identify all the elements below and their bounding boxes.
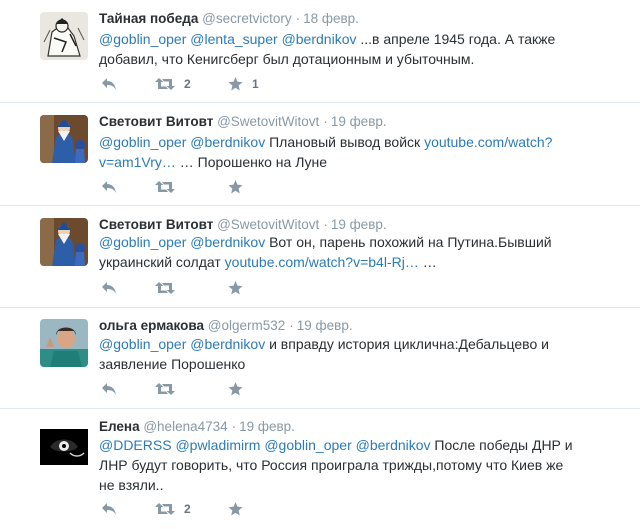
retweet-icon [155,383,175,395]
fullname[interactable]: ольга ермакова [99,318,204,333]
tweet-text-segment: … Порошенко на Луне [175,154,328,170]
favorite-icon [228,382,243,396]
avatar[interactable] [40,115,88,163]
mention-link[interactable]: @berdnikov [190,336,265,352]
retweet-button[interactable] [155,380,184,398]
timestamp[interactable]: 19 февр. [331,217,387,232]
reply-icon [102,503,116,515]
favorite-button[interactable] [228,178,252,196]
mention-link[interactable]: @goblin_oper [264,437,351,453]
mention-link[interactable]: @goblin_oper [99,336,186,352]
tweet-header: Световит Витовт @SwetovitWitovt · 19 февр. [99,114,387,129]
retweet-count: 2 [184,77,191,91]
retweet-button[interactable]: 2 [155,75,191,93]
reply-icon [102,383,116,395]
fullname[interactable]: Тайная победа [99,11,198,26]
tweet-header: ольга ермакова @olgerm532 · 19 февр. [99,318,353,333]
retweet-button[interactable] [155,178,184,196]
tweet-text-segment: … [418,254,437,270]
favorite-button[interactable] [228,279,252,297]
tweet-text: @DDERSS @pwladimirm @goblin_oper @berdni… [99,435,574,495]
tweet-header: Елена @helena4734 · 19 февр. [99,419,295,434]
timestamp[interactable]: 19 февр. [297,318,353,333]
favorite-button[interactable] [228,380,252,398]
username[interactable]: @helena4734 [143,419,227,434]
tweet-text-segment: Плановый вывод войск [265,134,425,150]
tweet: Световит Витовт @SwetovitWitovt · 19 февр.… [0,103,640,206]
favorite-icon [228,180,243,194]
fullname[interactable]: Елена [99,419,140,434]
mention-link[interactable]: @berdnikov [356,437,431,453]
reply-icon [102,78,116,90]
mention-link[interactable]: @goblin_oper [99,234,186,250]
reply-button[interactable] [101,380,117,398]
username[interactable]: @SwetovitWitovt [217,114,319,129]
tweet: Тайная победа @secretvictory · 18 февр. @g… [0,0,640,103]
favorite-count: 1 [252,77,259,91]
favorite-icon [228,77,243,91]
reply-button[interactable] [101,500,117,518]
favorite-button[interactable]: 1 [228,75,259,93]
tweet-header: Тайная победа @secretvictory · 18 февр. [99,11,359,26]
username[interactable]: @olgerm532 [208,318,286,333]
tweet-text: @goblin_oper @berdnikov Плановый вывод в… [99,132,574,172]
fullname[interactable]: Световит Витовт [99,217,213,232]
retweet-button[interactable]: 2 [155,500,191,518]
retweet-button[interactable] [155,279,184,297]
tweet-text: @goblin_oper @berdnikov и вправду истори… [99,334,574,374]
tweet-header: Световит Витовт @SwetovitWitovt · 19 февр. [99,217,387,232]
avatar[interactable] [40,423,88,471]
timestamp[interactable]: 18 февр. [303,11,359,26]
retweet-icon [155,503,175,515]
avatar[interactable] [40,12,88,60]
avatar[interactable] [40,218,88,266]
mention-link[interactable]: @berdnikov [190,134,265,150]
mention-link[interactable]: @goblin_oper [99,31,186,47]
favorite-button[interactable] [228,500,252,518]
favorite-icon [228,502,243,516]
favorite-icon [228,281,243,295]
reply-button[interactable] [101,279,117,297]
mention-link[interactable]: @berdnikov [282,31,357,47]
mention-link[interactable]: @DDERSS [99,437,172,453]
url-link[interactable]: youtube.com/watch?v=b4l-Rj… [225,254,419,270]
reply-button[interactable] [101,75,117,93]
mention-link[interactable]: @goblin_oper [99,134,186,150]
username[interactable]: @SwetovitWitovt [217,217,319,232]
fullname[interactable]: Световит Витовт [99,114,213,129]
timestamp[interactable]: 19 февр. [331,114,387,129]
retweet-icon [155,78,175,90]
tweet: Елена @helena4734 · 19 февр. @DDERSS @pwla… [0,409,640,529]
retweet-icon [155,181,175,193]
username[interactable]: @secretvictory [202,11,291,26]
retweet-count: 2 [184,502,191,516]
tweet-text: @goblin_oper @berdnikov Вот он, парень п… [99,232,574,272]
retweet-icon [155,282,175,294]
tweet: ольга ермакова @olgerm532 · 19 февр. @gobl… [0,308,640,409]
reply-icon [102,181,116,193]
reply-icon [102,282,116,294]
timestamp[interactable]: 19 февр. [239,419,295,434]
mention-link[interactable]: @berdnikov [190,234,265,250]
tweet-text: @goblin_oper @lenta_super @berdnikov ...… [99,29,574,69]
avatar[interactable] [40,319,88,367]
mention-link[interactable]: @pwladimirm [175,437,260,453]
mention-link[interactable]: @lenta_super [190,31,277,47]
reply-button[interactable] [101,178,117,196]
tweet: Световит Витовт @SwetovitWitovt · 19 февр.… [0,206,640,308]
